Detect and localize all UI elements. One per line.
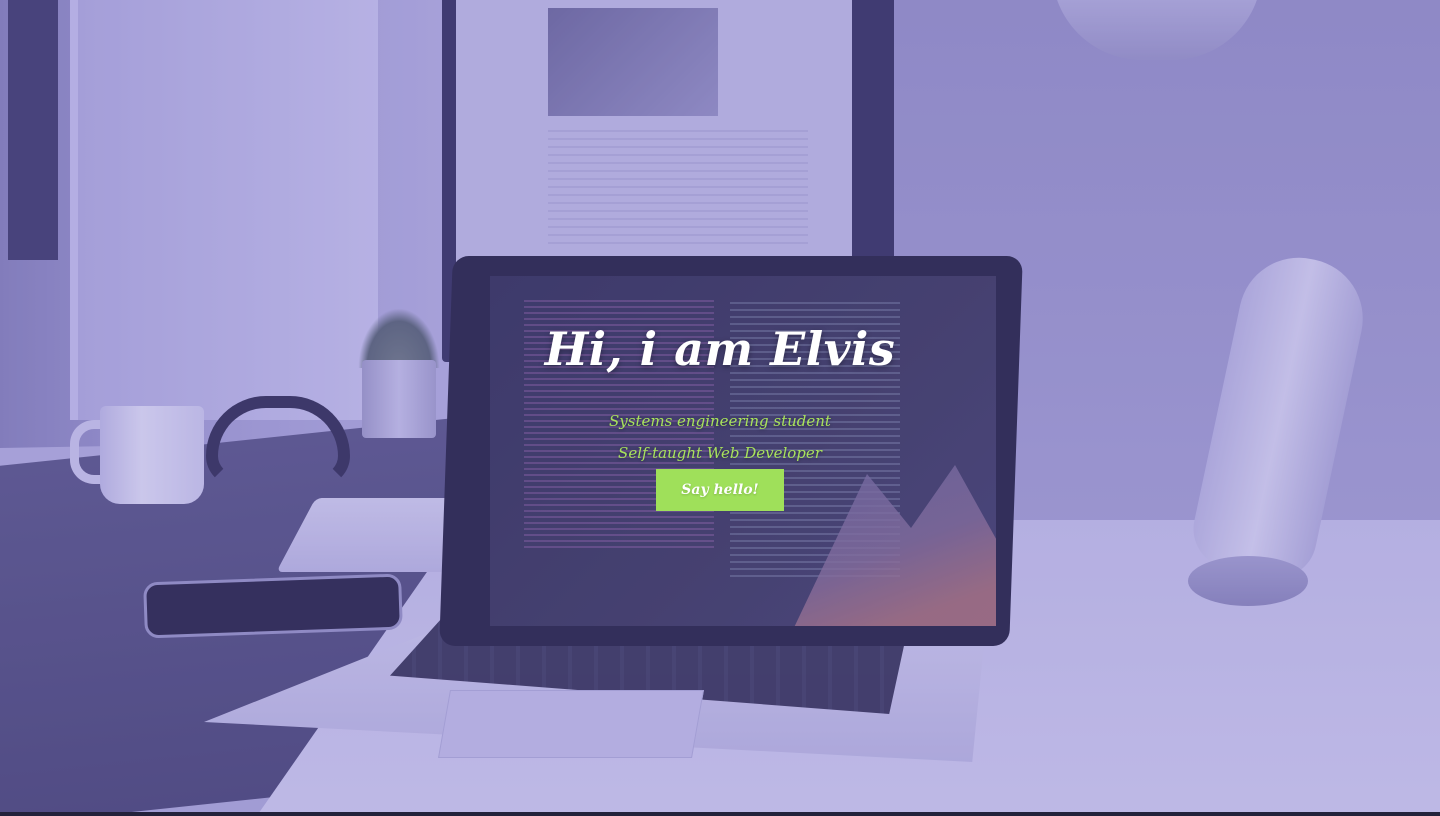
hero-subtitle-skill: Self-taught Web Developer [618,444,822,462]
hero-title: Hi, i am Elvis [544,322,896,376]
bottom-edge [0,812,1440,816]
hero-section: Hi, i am Elvis Systems engineering stude… [0,0,1440,816]
hero-subtitle-role: Systems engineering student [609,412,831,430]
say-hello-button[interactable]: Say hello! [656,469,784,511]
hero-content: Hi, i am Elvis Systems engineering stude… [0,0,1440,816]
